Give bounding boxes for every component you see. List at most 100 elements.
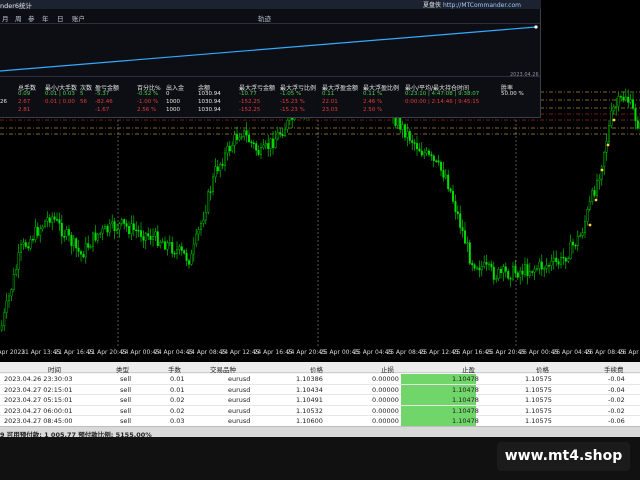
stats-cell: 0.11 <box>322 91 335 97</box>
col-commission[interactable]: 手续费 <box>604 364 624 374</box>
stats-cell: 22.01 <box>322 99 338 105</box>
order-row[interactable]: 2023.04.27 05:15:01 sell 0.02 eurusd 1.10491… <box>0 395 640 406</box>
candle-body <box>634 108 637 121</box>
candle-body <box>560 256 563 265</box>
cell-symbol: eurusd <box>228 385 251 394</box>
candle-body <box>233 134 236 146</box>
cell-take-profit: 1.10478 <box>452 417 479 425</box>
order-row[interactable]: 2023.04.27 06:00:01 sell 0.02 eurusd 1.10532… <box>0 405 640 416</box>
stats-cell: 0.01 | 0.00 <box>45 99 75 105</box>
col-symbol[interactable]: 交易品种 <box>210 364 236 374</box>
cell-symbol: eurusd <box>228 406 251 415</box>
candle-body <box>41 226 44 230</box>
candle-body <box>579 235 582 237</box>
cell-type: sell <box>120 417 131 425</box>
candle-body <box>44 220 47 227</box>
tab-day[interactable]: 日 <box>57 13 64 23</box>
candle-body <box>632 99 635 109</box>
col-lots[interactable]: 手数 <box>168 364 181 374</box>
candle-body <box>264 143 267 146</box>
candle-body <box>476 267 479 270</box>
stats-cell: 23.03 <box>322 107 338 113</box>
stats-titlebar[interactable]: nder6统计 夏盘侠 http://MTCommander.com <box>0 0 541 10</box>
candle-body <box>58 219 61 224</box>
equity-curve-box <box>0 23 540 77</box>
candle-body <box>267 143 270 149</box>
trade-marker <box>612 118 616 122</box>
cell-commission: -0.04 <box>608 375 625 383</box>
candle-body <box>483 262 486 267</box>
candle-body <box>545 265 548 269</box>
stats-cell: 0.11 % <box>363 91 383 97</box>
candle-body <box>214 166 217 178</box>
order-row[interactable]: 2023.04.26 23:30:03 sell 0.01 eurusd 1.10386… <box>0 374 640 385</box>
cell-type: sell <box>120 396 131 404</box>
candle-body <box>413 142 416 144</box>
stats-brand[interactable]: 夏盘侠 http://MTCommander.com <box>423 0 521 9</box>
candle-body <box>159 242 162 246</box>
candle-body <box>163 241 166 250</box>
order-row[interactable]: 2023.04.27 02:15:01 sell 0.01 eurusd 1.10434… <box>0 384 640 395</box>
candle-body <box>636 120 639 129</box>
candle-body <box>63 236 66 238</box>
cell-current-price: 1.10575 <box>525 417 552 425</box>
candle-body <box>250 141 253 144</box>
candle-body <box>46 217 49 222</box>
cell-open-price: 1.10491 <box>296 396 323 404</box>
candle-body <box>171 242 174 254</box>
candle-body <box>48 217 51 223</box>
candle-body <box>53 216 56 220</box>
candle-body <box>440 161 443 171</box>
col-type[interactable]: 类型 <box>116 364 129 374</box>
tab-account[interactable]: 账户 <box>72 13 85 23</box>
cell-commission: -0.04 <box>608 385 625 394</box>
candle-body <box>79 251 82 255</box>
candle-body <box>442 170 445 178</box>
candle-body <box>89 246 92 248</box>
candle-body <box>456 211 459 214</box>
order-row[interactable]: 2023.04.27 08:45:00 sell 0.03 eurusd 1.10600… <box>0 416 640 427</box>
cell-current-price: 1.10575 <box>525 406 552 415</box>
tab-week[interactable]: 周 <box>15 13 22 23</box>
tab-month[interactable]: 月 <box>2 13 9 23</box>
candle-body <box>127 226 130 234</box>
candle-body <box>187 260 190 265</box>
candle-body <box>149 235 152 240</box>
cell-time: 2023.04.27 08:45:00 <box>4 417 73 425</box>
stats-cell: -15.23 % <box>280 107 305 113</box>
stats-cell: -1.67 <box>95 107 110 113</box>
candle-body <box>437 160 440 163</box>
col-current-price[interactable]: 价格 <box>536 364 549 374</box>
candle-body <box>274 138 277 148</box>
candle-body <box>449 188 452 192</box>
candle-body <box>180 246 183 251</box>
cell-time: 2023.04.27 05:15:01 <box>4 396 73 404</box>
candle-body <box>276 132 279 140</box>
cell-lots: 0.02 <box>170 406 185 415</box>
candle-body <box>125 223 128 227</box>
candle-body <box>473 264 476 269</box>
col-time[interactable]: 时间 <box>48 364 61 374</box>
candle-body <box>464 230 467 244</box>
cell-take-profit: 1.10478 <box>452 375 479 383</box>
cell-lots: 0.03 <box>170 417 185 425</box>
candle-body <box>428 150 431 155</box>
candle-body <box>399 117 402 130</box>
col-take-profit[interactable]: 止盈 <box>462 364 475 374</box>
candle-body <box>60 223 63 237</box>
candle-body <box>39 228 42 236</box>
candle-body <box>519 270 522 278</box>
trade-marker <box>600 168 604 172</box>
candle-body <box>24 242 27 247</box>
col-stop-loss[interactable]: 止损 <box>381 364 394 374</box>
brand-url[interactable]: http://MTCommander.com <box>443 2 521 9</box>
cell-symbol: eurusd <box>228 396 251 404</box>
col-open-price[interactable]: 价格 <box>310 364 323 374</box>
tab-year[interactable]: 年 <box>42 13 49 23</box>
candle-body <box>27 246 30 249</box>
time-tick: 26 Apr 12:45 <box>618 349 640 356</box>
tab-param[interactable]: 参 <box>28 13 35 23</box>
tab-trajectory[interactable]: 轨迹 <box>258 13 271 23</box>
candle-body <box>396 117 399 126</box>
cell-take-profit: 1.10478 <box>452 406 479 415</box>
